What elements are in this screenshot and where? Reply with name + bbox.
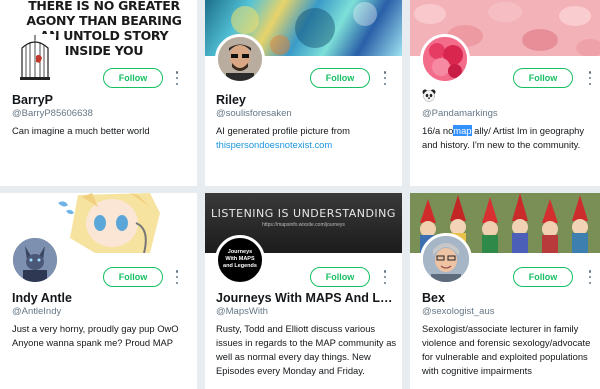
more-options-icon[interactable] bbox=[382, 71, 388, 85]
more-options-icon[interactable] bbox=[382, 270, 388, 284]
user-card-barryp: THERE IS NO GREATER AGONY THAN BEARING A… bbox=[0, 0, 197, 186]
user-bio: AI generated profile picture from thispe… bbox=[216, 124, 394, 152]
avatar[interactable] bbox=[14, 34, 56, 82]
user-card-indy-antle: Follow Indy Antle @AntleIndy Just a very… bbox=[0, 193, 197, 389]
user-handle[interactable]: @MapsWith bbox=[216, 306, 268, 317]
person-photo-icon bbox=[423, 236, 469, 282]
panda-emoji-icon bbox=[422, 89, 436, 102]
avatar[interactable] bbox=[10, 235, 60, 285]
follow-button[interactable]: Follow bbox=[103, 68, 163, 88]
avatar-text: Journeys With MAPS and Legends bbox=[223, 249, 257, 269]
user-handle[interactable]: @sexologist_aus bbox=[422, 306, 495, 317]
bio-text: AI generated profile picture from bbox=[216, 125, 350, 136]
more-options-icon[interactable] bbox=[174, 71, 180, 85]
avatar[interactable] bbox=[420, 34, 470, 84]
user-card-riley: Follow Riley @soulisforesaken AI generat… bbox=[205, 0, 402, 186]
follow-button[interactable]: Follow bbox=[310, 267, 370, 287]
user-bio: 16/a nomap ally/ Artist Im in geography … bbox=[422, 124, 597, 152]
display-name[interactable]: BarryP bbox=[12, 93, 182, 107]
selected-text: map bbox=[453, 125, 472, 136]
follow-button[interactable]: Follow bbox=[513, 267, 573, 287]
user-card-journeys-with-maps: LISTENING IS UNDERSTANDING https://mapsi… bbox=[205, 193, 402, 389]
user-handle[interactable]: @AntleIndy bbox=[12, 306, 61, 317]
user-handle[interactable]: @soulisforesaken bbox=[216, 108, 292, 119]
more-options-icon[interactable] bbox=[587, 71, 593, 85]
follow-button[interactable]: Follow bbox=[103, 267, 163, 287]
bio-link[interactable]: thispersondoesnotexist.com bbox=[216, 139, 332, 150]
user-card-pandamarkings: Follow @Pandamarkings 16/a nomap ally/ A… bbox=[410, 0, 600, 186]
more-options-icon[interactable] bbox=[174, 270, 180, 284]
wolf-character-icon bbox=[13, 238, 57, 282]
birdcage-icon bbox=[14, 34, 56, 82]
bio-text-start: 16/a no bbox=[422, 125, 454, 136]
follow-button[interactable]: Follow bbox=[310, 68, 370, 88]
display-name[interactable]: Journeys With MAPS And Le... bbox=[216, 291, 394, 305]
user-bio: Rusty, Todd and Elliott discuss various … bbox=[216, 323, 397, 376]
user-card-bex: Follow Bex @sexologist_aus Sexologist/as… bbox=[410, 193, 600, 389]
display-name[interactable]: Riley bbox=[216, 93, 386, 107]
flower-photo-icon bbox=[423, 37, 467, 81]
user-bio: Can imagine a much better world bbox=[12, 125, 150, 136]
avatar[interactable] bbox=[215, 34, 265, 84]
display-name[interactable]: Bex bbox=[422, 291, 592, 305]
banner-url: https://mapsinfo.wixsite.com/journeys bbox=[262, 222, 345, 228]
follow-button[interactable]: Follow bbox=[513, 68, 573, 88]
more-options-icon[interactable] bbox=[587, 270, 593, 284]
user-handle[interactable]: @Pandamarkings bbox=[422, 108, 498, 119]
banner-text: LISTENING IS UNDERSTANDING bbox=[211, 207, 396, 220]
person-photo-icon bbox=[218, 37, 262, 81]
user-bio: Sexologist/associate lecturer in family … bbox=[422, 323, 591, 376]
user-bio: Just a very horny, proudly gay pup OwO A… bbox=[12, 323, 179, 348]
user-handle[interactable]: @BarryP85606638 bbox=[12, 108, 93, 119]
avatar[interactable]: Journeys With MAPS and Legends bbox=[215, 235, 265, 285]
avatar[interactable] bbox=[420, 233, 472, 285]
display-name[interactable]: Indy Antle bbox=[12, 291, 182, 305]
